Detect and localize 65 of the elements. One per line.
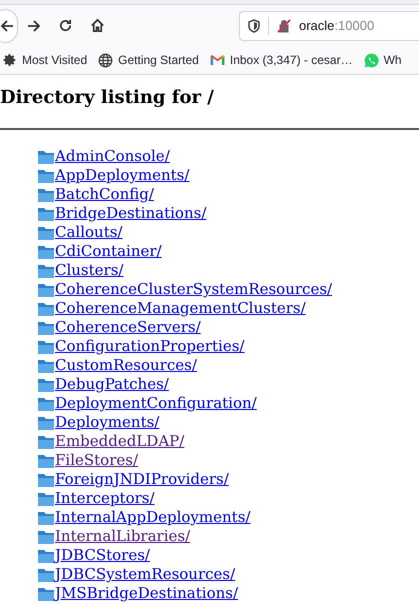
insecure-lock-icon (277, 18, 291, 32)
back-arrow-icon (0, 18, 15, 34)
directory-link[interactable]: ConfigurationProperties/ (55, 337, 244, 356)
folder-icon (38, 568, 54, 582)
directory-link[interactable]: ForeignJNDIProviders/ (55, 470, 229, 489)
directory-link[interactable]: JMSBridgeDestinations/ (55, 584, 238, 603)
folder-icon (38, 244, 54, 258)
directory-link[interactable]: CoherenceClusterSystemResources/ (55, 280, 332, 299)
directory-link[interactable]: EmbeddedLDAP/ (55, 432, 184, 451)
folder-icon (38, 340, 54, 354)
folder-icon (38, 226, 54, 240)
directory-link[interactable]: CdiContainer/ (55, 242, 162, 261)
directory-link[interactable]: Deployments/ (55, 413, 160, 432)
folder-icon (38, 454, 54, 468)
directory-link[interactable]: CoherenceManagementClusters/ (55, 299, 306, 318)
folder-icon (38, 586, 54, 600)
directory-link[interactable]: AdminConsole/ (55, 147, 170, 166)
folder-icon (38, 492, 54, 506)
forward-arrow-icon[interactable] (26, 18, 42, 34)
folder-icon (38, 264, 54, 278)
directory-link[interactable]: DeploymentConfiguration/ (55, 394, 257, 413)
folder-icon (38, 282, 54, 296)
chat-icon (364, 52, 379, 68)
bookmark-item[interactable]: Getting Started (118, 51, 199, 69)
folder-icon (38, 548, 54, 562)
address-text: oracle:10000 (299, 16, 374, 35)
directory-link[interactable]: AppDeployments/ (55, 166, 190, 185)
bookmark-item[interactable]: Wh (384, 51, 402, 69)
directory-link[interactable]: BatchConfig/ (55, 185, 154, 204)
directory-link[interactable]: InternalLibraries/ (55, 527, 190, 546)
bookmark-item[interactable]: Inbox (3,347) - cesar… (230, 51, 353, 69)
home-icon[interactable] (90, 18, 105, 33)
folder-icon (38, 150, 54, 164)
reload-icon[interactable] (58, 18, 73, 33)
bookmark-item[interactable]: Most Visited (22, 51, 88, 69)
directory-link[interactable]: JDBCStores/ (55, 546, 150, 565)
globe-icon (98, 52, 114, 68)
folder-icon (38, 396, 54, 410)
directory-link[interactable]: CustomResources/ (55, 356, 197, 375)
folder-icon (38, 302, 54, 316)
address-bar[interactable]: oracle:10000 (239, 10, 419, 40)
gear-icon (3, 53, 17, 67)
directory-link[interactable]: Clusters/ (55, 261, 124, 280)
directory-link[interactable]: DebugPatches/ (55, 375, 169, 394)
directory-link[interactable]: Callouts/ (55, 223, 122, 242)
folder-icon (38, 188, 54, 202)
folder-icon (38, 320, 54, 334)
directory-link[interactable]: InternalAppDeployments/ (55, 508, 250, 527)
mail-icon (210, 54, 225, 66)
directory-link[interactable]: CoherenceServers/ (55, 318, 201, 337)
directory-link[interactable]: Interceptors/ (55, 489, 155, 508)
folder-icon (38, 416, 54, 430)
directory-link[interactable]: JDBCSystemResources/ (55, 565, 236, 584)
folder-icon (38, 510, 54, 524)
directory-link[interactable]: FileStores/ (55, 451, 138, 470)
page-heading: Directory listing for / (0, 86, 215, 110)
directory-link[interactable]: BridgeDestinations/ (55, 204, 206, 223)
folder-icon (38, 358, 54, 372)
folder-icon (38, 472, 54, 486)
folder-icon (38, 378, 54, 392)
folder-icon (38, 206, 54, 220)
shield-icon (248, 18, 260, 32)
folder-icon (38, 168, 54, 182)
folder-icon (38, 530, 54, 544)
folder-icon (38, 434, 54, 448)
